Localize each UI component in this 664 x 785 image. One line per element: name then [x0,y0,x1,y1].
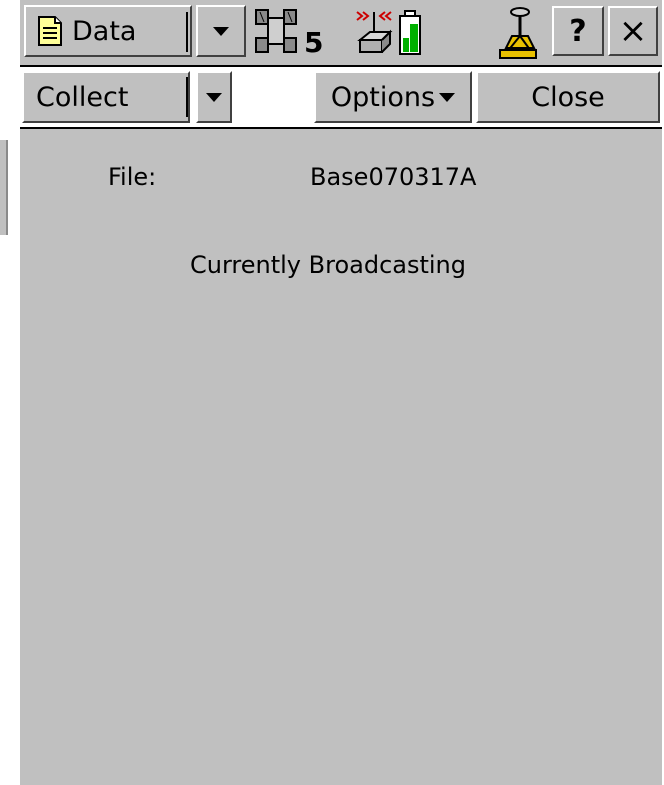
close-icon: × [618,11,648,51]
radio-link-icon[interactable] [354,6,394,58]
base-receiver-icon[interactable] [498,6,538,60]
chevron-down-icon [439,92,456,102]
command-bar: Collect Options Close [20,67,662,129]
chevron-down-icon [213,26,229,36]
app-window: Data 5 ? × Collect Options Close File: B… [20,0,662,785]
data-menu-button[interactable]: Data [24,5,192,57]
options-button[interactable]: Options [314,71,472,123]
satellite-count: 5 [304,26,324,59]
file-label: File: [108,163,157,191]
notepad-icon [36,15,64,47]
data-menu-dropdown-button[interactable] [196,5,246,57]
battery-icon[interactable] [398,10,422,56]
collect-dropdown-button[interactable] [196,71,232,123]
main-content: File: Base070317A Currently Broadcasting [20,129,662,785]
broadcast-status: Currently Broadcasting [190,251,466,279]
background-window-edge [0,140,8,235]
status-toolbar: Data 5 ? × [20,0,662,67]
help-button[interactable]: ? [552,6,604,56]
close-button[interactable]: Close [476,71,660,123]
satellite-icon[interactable] [254,8,300,58]
help-label: ? [569,13,587,49]
collect-label: Collect [36,81,129,113]
file-name-value: Base070317A [310,163,477,191]
divider [186,77,188,117]
collect-button[interactable]: Collect [22,71,190,123]
data-menu-label: Data [72,15,137,47]
chevron-down-icon [206,92,222,102]
options-label: Options [330,81,436,113]
close-window-button[interactable]: × [608,6,658,56]
close-label: Close [531,81,605,113]
divider [186,12,188,52]
